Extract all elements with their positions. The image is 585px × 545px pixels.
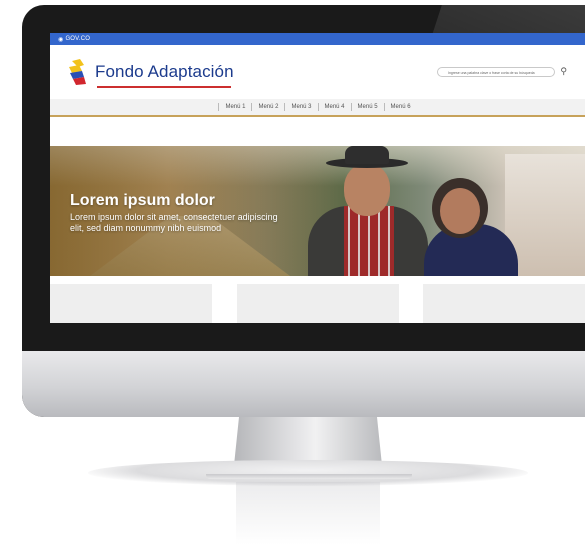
hat-top (345, 146, 389, 164)
colombia-flag-logo-icon (69, 59, 86, 85)
elderly-woman-face (440, 188, 480, 234)
hero-banner[interactable]: Lorem ipsum dolor Lorem ipsum dolor sit … (50, 146, 585, 276)
elderly-man-face (344, 164, 390, 216)
gov-bar[interactable]: ◉ GOV.CO (50, 33, 585, 45)
search-icon[interactable]: ⚲ (560, 66, 567, 77)
gov-bar-label: GOV.CO (65, 36, 91, 42)
monitor-chin (22, 351, 585, 417)
card-placeholder-3[interactable] (423, 284, 585, 323)
menu-item-3[interactable]: Menú 3 (284, 103, 317, 111)
logo-underline (97, 86, 231, 88)
search-placeholder: Ingrese una palabra clave o frase corta … (448, 71, 535, 75)
menu-item-4[interactable]: Menú 4 (317, 103, 351, 111)
spacer (50, 117, 585, 146)
gov-shield-icon: ◉ (58, 36, 64, 43)
monitor-stand-base-edge (206, 474, 412, 479)
card-row (50, 284, 585, 323)
monitor: ◉ GOV.CO Fondo Adaptación Ingrese una pa… (22, 5, 585, 417)
stand-reflection (236, 482, 380, 545)
hero-text: Lorem ipsum dolor sit amet, consectetuer… (70, 212, 278, 233)
main-menu: Menú 1 Menú 2 Menú 3 Menú 4 Menú 5 Menú … (50, 99, 585, 117)
elderly-man-shirt (344, 206, 394, 276)
menu-item-1[interactable]: Menú 1 (218, 103, 251, 111)
website-screen: ◉ GOV.CO Fondo Adaptación Ingrese una pa… (50, 33, 585, 323)
search-input[interactable]: Ingrese una palabra clave o frase corta … (437, 67, 555, 77)
menu-item-2[interactable]: Menú 2 (251, 103, 284, 111)
hero-title: Lorem ipsum dolor (70, 192, 215, 209)
logo-text: Fondo Adaptación (95, 62, 234, 81)
card-placeholder-2[interactable] (236, 284, 399, 323)
menu-item-6[interactable]: Menú 6 (383, 103, 417, 111)
menu-item-5[interactable]: Menú 5 (350, 103, 384, 111)
site-header: Fondo Adaptación Ingrese una palabra cla… (50, 45, 585, 99)
card-placeholder-1[interactable] (50, 284, 212, 323)
site-logo[interactable]: Fondo Adaptación (66, 57, 234, 87)
